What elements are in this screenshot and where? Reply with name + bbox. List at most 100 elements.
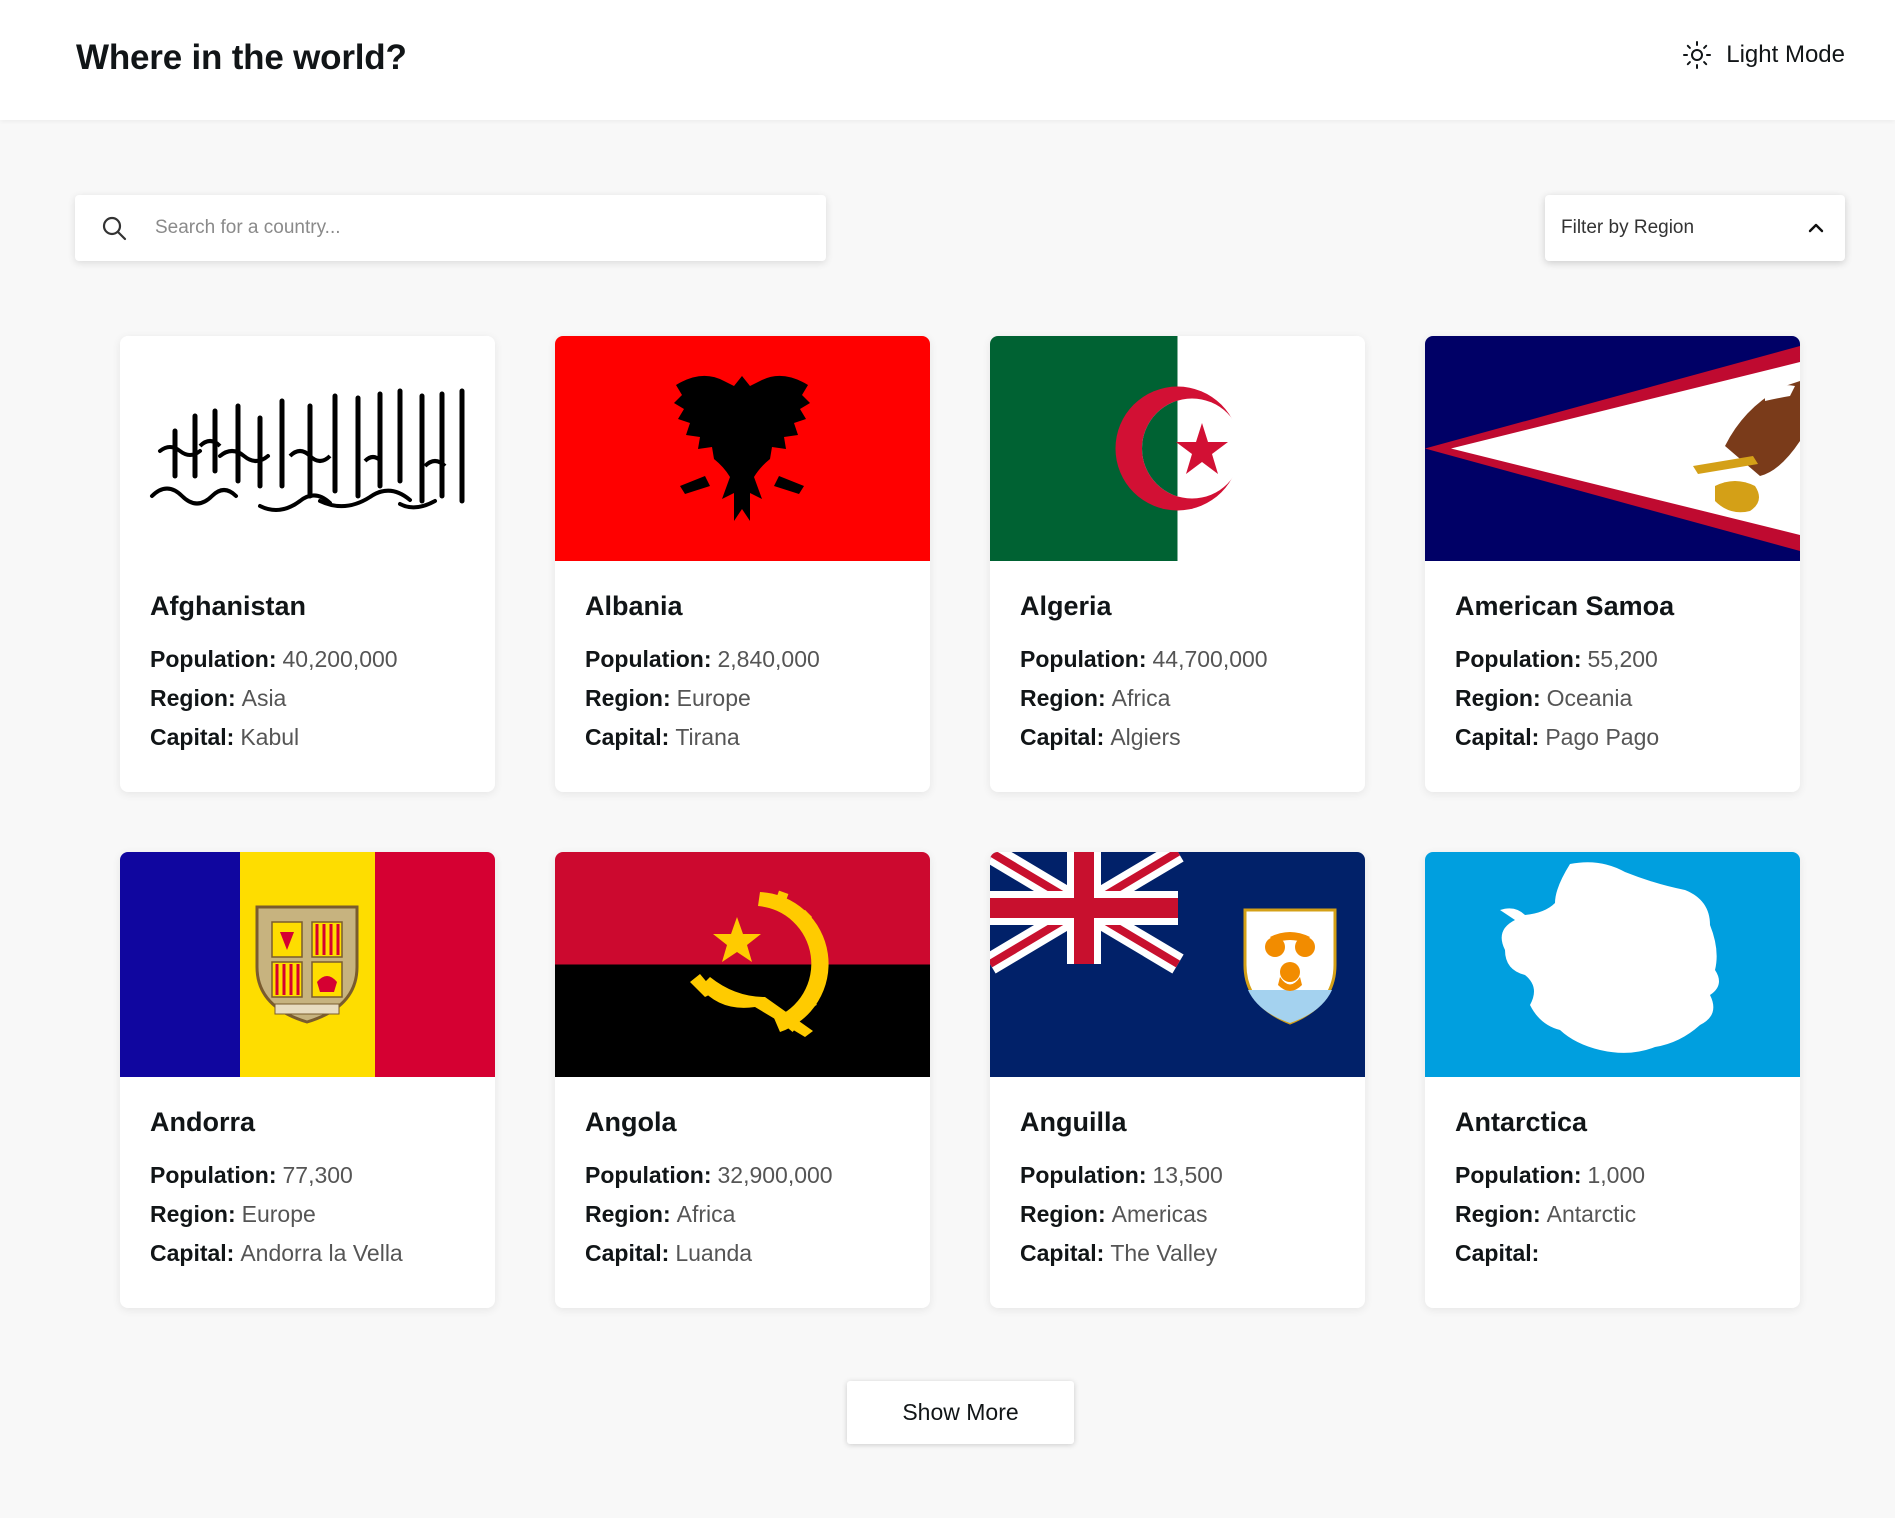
country-card[interactable]: Anguilla Population: 13,500 Region: Americ… (990, 852, 1365, 1308)
capital-label: Capital: (1455, 724, 1540, 750)
afghanistan-flag (120, 336, 495, 561)
population-label: Population: (1020, 1162, 1147, 1188)
angola-flag (555, 852, 930, 1077)
antarctica-flag (1425, 852, 1800, 1077)
country-name: Algeria (1020, 591, 1112, 621)
region-label: Region: (1020, 1201, 1106, 1227)
region-line: Region: Africa (1020, 679, 1335, 718)
region-value: Antarctic (1546, 1201, 1637, 1227)
population-value: 32,900,000 (717, 1162, 833, 1188)
country-card[interactable]: Afghanistan Population: 40,200,000 Region… (120, 336, 495, 792)
population-value: 77,300 (282, 1162, 353, 1188)
population-value: 40,200,000 (282, 646, 398, 672)
american-samoa-flag (1425, 336, 1800, 561)
country-grid: Afghanistan Population: 40,200,000 Region… (120, 336, 1800, 1308)
capital-line: Capital: Kabul (150, 718, 465, 757)
capital-line: Capital: The Valley (1020, 1234, 1335, 1273)
region-value: Americas (1111, 1201, 1208, 1227)
capital-label: Capital: (585, 724, 670, 750)
country-card[interactable]: Albania Population: 2,840,000 Region: Euro… (555, 336, 930, 792)
country-name: Andorra (150, 1107, 256, 1137)
population-line: Population: 77,300 (150, 1156, 465, 1195)
algeria-flag (990, 336, 1365, 561)
capital-value: Kabul (240, 724, 300, 750)
region-line: Region: Africa (585, 1195, 900, 1234)
app-title: Where in the world? (76, 38, 407, 77)
population-line: Population: 44,700,000 (1020, 640, 1335, 679)
region-value: Africa (1111, 685, 1171, 711)
population-value: 44,700,000 (1152, 646, 1268, 672)
population-value: 55,200 (1587, 646, 1658, 672)
region-value: Africa (676, 1201, 736, 1227)
country-card[interactable]: Angola Population: 32,900,000 Region: Afri… (555, 852, 930, 1308)
population-line: Population: 2,840,000 (585, 640, 900, 679)
country-name: Antarctica (1455, 1107, 1588, 1137)
population-value: 1,000 (1587, 1162, 1646, 1188)
region-filter-label: Filter by Region (1561, 217, 1695, 238)
capital-label: Capital: (1020, 1240, 1105, 1266)
region-label: Region: (585, 685, 671, 711)
theme-toggle-button[interactable]: Light Mode (1682, 40, 1845, 70)
country-card[interactable]: Antarctica Population: 1,000 Region: Antar… (1425, 852, 1800, 1308)
region-value: Oceania (1546, 685, 1633, 711)
population-line: Population: 55,200 (1455, 640, 1770, 679)
search-icon (102, 216, 127, 241)
capital-line: Capital: Algiers (1020, 718, 1335, 757)
population-label: Population: (585, 646, 712, 672)
capital-label: Capital: (1455, 1240, 1540, 1266)
region-line: Region: Antarctic (1455, 1195, 1770, 1234)
capital-label: Capital: (150, 1240, 235, 1266)
capital-label: Capital: (585, 1240, 670, 1266)
region-filter-dropdown[interactable]: Filter by Region (1545, 195, 1845, 261)
region-label: Region: (1455, 1201, 1541, 1227)
sun-icon (1683, 41, 1712, 69)
country-card[interactable]: Andorra Population: 77,300 Region: Europe … (120, 852, 495, 1308)
region-line: Region: Americas (1020, 1195, 1335, 1234)
top-header: Where in the world? Light Mode (0, 0, 1895, 120)
population-line: Population: 13,500 (1020, 1156, 1335, 1195)
population-label: Population: (150, 1162, 277, 1188)
capital-value: The Valley (1110, 1240, 1218, 1266)
capital-label: Capital: (150, 724, 235, 750)
region-line: Region: Oceania (1455, 679, 1770, 718)
capital-line: Capital: Tirana (585, 718, 900, 757)
population-value: 2,840,000 (717, 646, 820, 672)
region-line: Region: Europe (150, 1195, 465, 1234)
region-value: Asia (241, 685, 287, 711)
capital-line: Capital: Andorra la Vella (150, 1234, 465, 1273)
region-label: Region: (585, 1201, 671, 1227)
population-line: Population: 40,200,000 (150, 640, 465, 679)
capital-value: Algiers (1110, 724, 1181, 750)
search-input[interactable] (155, 208, 795, 248)
country-name: American Samoa (1455, 591, 1675, 621)
capital-line: Capital: Pago Pago (1455, 718, 1770, 757)
search-box[interactable] (75, 195, 826, 261)
capital-line: Capital: (1455, 1234, 1770, 1273)
capital-label: Capital: (1020, 724, 1105, 750)
population-label: Population: (585, 1162, 712, 1188)
capital-line: Capital: Luanda (585, 1234, 900, 1273)
capital-value: Pago Pago (1545, 724, 1660, 750)
region-label: Region: (150, 1201, 236, 1227)
albania-flag (555, 336, 930, 561)
anguilla-flag (990, 852, 1365, 1077)
andorra-flag (120, 852, 495, 1077)
country-card[interactable]: Algeria Population: 44,700,000 Region: Afr… (990, 336, 1365, 792)
population-label: Population: (150, 646, 277, 672)
region-line: Region: Asia (150, 679, 465, 718)
country-name: Afghanistan (150, 591, 307, 621)
region-value: Europe (241, 1201, 316, 1227)
show-more-button[interactable]: Show More (847, 1381, 1074, 1444)
capital-value: Tirana (675, 724, 740, 750)
country-name: Anguilla (1020, 1107, 1127, 1137)
region-line: Region: Europe (585, 679, 900, 718)
country-name: Angola (585, 1107, 677, 1137)
region-label: Region: (1455, 685, 1541, 711)
capital-value: Andorra la Vella (240, 1240, 403, 1266)
theme-toggle-label: Light Mode (1726, 41, 1845, 68)
population-label: Population: (1455, 646, 1582, 672)
region-label: Region: (1020, 685, 1106, 711)
population-line: Population: 32,900,000 (585, 1156, 900, 1195)
country-card[interactable]: American Samoa Population: 55,200 Region:… (1425, 336, 1800, 792)
region-value: Europe (676, 685, 751, 711)
